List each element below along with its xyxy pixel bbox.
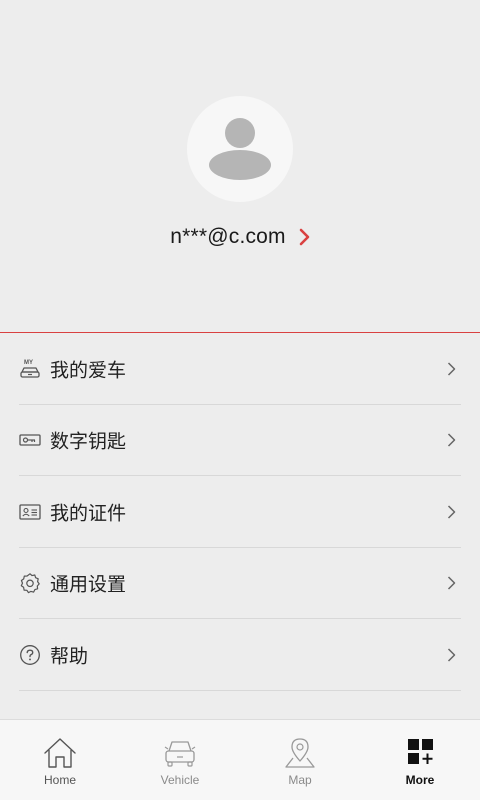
my-car-icon: MY: [19, 358, 41, 380]
tab-label: More: [405, 773, 435, 787]
tab-more[interactable]: More: [360, 720, 480, 800]
menu-item-label: 我的爱车: [50, 359, 127, 382]
svg-text:MY: MY: [24, 360, 33, 366]
bottom-tab-bar: Home Vehicle Map More: [0, 719, 480, 800]
car-icon: [162, 736, 198, 770]
chevron-right-icon: [447, 504, 456, 519]
chevron-right-icon: [447, 576, 456, 591]
gear-icon: [19, 572, 41, 594]
id-card-icon: [19, 501, 41, 523]
menu-item-label: 帮助: [50, 645, 89, 668]
menu-item-label: 我的证件: [50, 502, 127, 525]
chevron-right-icon: [447, 361, 456, 376]
tab-label: Home: [43, 773, 76, 787]
tab-home[interactable]: Home: [0, 720, 120, 800]
tab-map[interactable]: Map: [240, 720, 360, 800]
key-icon: [19, 429, 41, 451]
chevron-right-icon: [447, 433, 456, 448]
menu-item-label: 数字钥匙: [50, 430, 127, 453]
user-avatar-icon: [209, 118, 271, 180]
menu-item-my-documents[interactable]: 我的证件: [0, 476, 480, 548]
account-link[interactable]: n***@c.com: [0, 220, 480, 254]
grid-plus-icon: [402, 736, 438, 770]
tab-label: Map: [288, 773, 312, 787]
tab-vehicle[interactable]: Vehicle: [120, 720, 240, 800]
avatar[interactable]: [187, 96, 293, 202]
chevron-right-icon: [299, 228, 310, 246]
menu-item-digital-key[interactable]: 数字钥匙: [0, 405, 480, 477]
menu-item-general-settings[interactable]: 通用设置: [0, 548, 480, 620]
help-icon: [19, 644, 41, 666]
profile-header: n***@c.com: [0, 0, 480, 332]
home-icon: [42, 736, 78, 770]
chevron-right-icon: [447, 647, 456, 662]
map-pin-icon: [282, 736, 318, 770]
menu-item-my-car[interactable]: MY 我的爱车: [0, 333, 480, 405]
account-email: n***@c.com: [170, 225, 286, 248]
menu-item-help[interactable]: 帮助: [0, 619, 480, 691]
tab-label: Vehicle: [160, 773, 200, 787]
menu-item-label: 通用设置: [50, 573, 127, 596]
settings-menu: MY 我的爱车 数字钥匙 我的证件 通用设置 帮助: [0, 333, 480, 691]
